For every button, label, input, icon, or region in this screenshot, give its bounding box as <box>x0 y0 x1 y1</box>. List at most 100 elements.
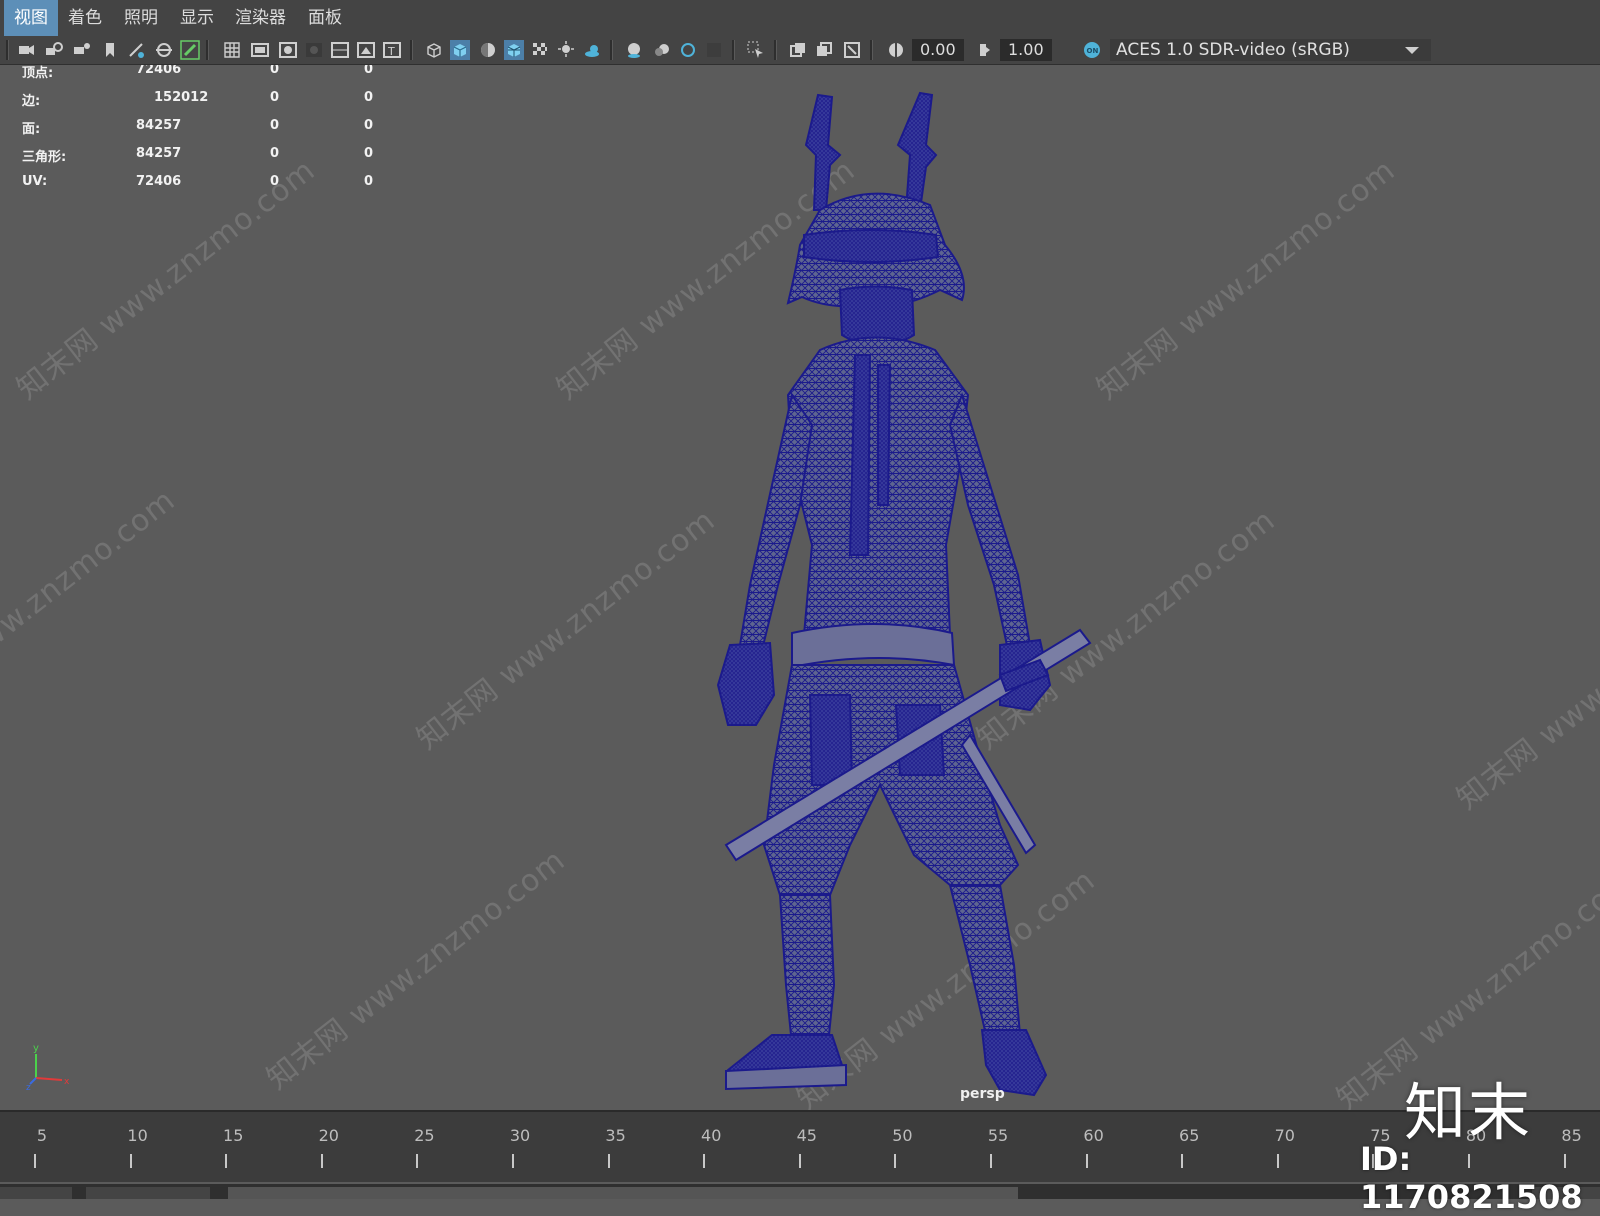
image-plane-icon[interactable] <box>126 40 146 60</box>
svg-text:T: T <box>387 45 395 58</box>
menu-panels[interactable]: 面板 <box>298 0 352 36</box>
viewport-menubar: 视图 着色 照明 显示 渲染器 面板 <box>0 0 1600 37</box>
hud-row-uvs: UV: 72406 0 0 <box>20 174 400 194</box>
menu-show[interactable]: 显示 <box>170 0 224 36</box>
menu-view[interactable]: 视图 <box>4 0 58 36</box>
toolbar-separator <box>732 40 735 60</box>
xray-joints-icon[interactable] <box>814 40 834 60</box>
hud-value: 72406 <box>136 174 182 189</box>
hud-label: 边: <box>22 94 41 109</box>
brand-id: ID: 1170821508 <box>1360 1140 1583 1216</box>
time-tick-label: 35 <box>605 1126 626 1145</box>
time-tick-label: 5 <box>36 1126 48 1145</box>
menu-renderer[interactable]: 渲染器 <box>225 0 296 36</box>
xray-icon[interactable] <box>788 40 808 60</box>
on-icon[interactable]: ON <box>1082 40 1102 60</box>
range-bar[interactable] <box>228 1187 1018 1199</box>
hud-value: 84257 <box>136 146 182 161</box>
gamma-field[interactable]: 1.00 <box>1000 39 1052 61</box>
shadows-icon[interactable] <box>582 40 602 60</box>
3d-viewport[interactable]: 知末网 www.znzmo.com 知末网 www.znzmo.com 知末网 … <box>0 65 1600 1110</box>
brand-logo: 知末 <box>1404 1076 1533 1149</box>
hud-value: 0 <box>364 174 374 189</box>
toolbar-separator <box>774 40 777 60</box>
grease-pencil-icon[interactable] <box>180 40 200 60</box>
hud-label: 面: <box>22 122 41 137</box>
time-tick <box>607 1154 610 1168</box>
safe-action-icon[interactable] <box>356 40 376 60</box>
range-start-field[interactable] <box>0 1187 72 1199</box>
exposure-icon[interactable] <box>886 40 906 60</box>
time-tick <box>1276 1154 1279 1168</box>
watermark: 知末网 www.znzmo.com <box>1450 562 1600 817</box>
screen-space-ao-icon[interactable] <box>624 40 644 60</box>
time-tick <box>990 1154 992 1168</box>
exposure-field[interactable]: 0.00 <box>912 39 964 61</box>
resolution-gate-icon[interactable] <box>278 40 298 60</box>
menu-shading[interactable]: 着色 <box>58 0 112 36</box>
hud-value: 0 <box>270 65 280 77</box>
time-tick <box>512 1154 514 1168</box>
viewport-toolbar: T 0.00 1.00 ON ACES 1.0 SDR-video (sRGB) <box>0 36 1600 65</box>
hud-value: 84257 <box>136 118 182 133</box>
time-tick <box>225 1154 228 1168</box>
film-gate-icon[interactable] <box>250 40 270 60</box>
time-tick <box>1181 1154 1184 1168</box>
bookmark-icon[interactable] <box>100 40 120 60</box>
wireframe-cube-icon[interactable] <box>424 40 444 60</box>
time-tick-label: 45 <box>796 1126 817 1145</box>
grid-icon[interactable] <box>222 40 242 60</box>
hud-label: 三角形: <box>22 150 67 165</box>
xray-active-components-icon[interactable] <box>842 40 862 60</box>
camera-label: persp <box>960 1086 1005 1102</box>
menu-lighting[interactable]: 照明 <box>114 0 168 36</box>
motion-blur-icon[interactable] <box>652 40 672 60</box>
time-tick-label: 20 <box>318 1126 339 1145</box>
lights-icon[interactable] <box>556 40 576 60</box>
samurai-wireframe-model[interactable] <box>700 85 1120 1105</box>
time-tick <box>703 1154 706 1168</box>
bookmark-camera-icon[interactable] <box>72 40 92 60</box>
hud-row-vertices: 顶点: 72406 0 0 <box>20 65 400 82</box>
field-chart-icon[interactable] <box>330 40 350 60</box>
watermark: 知末网 www.znzmo.com <box>1090 152 1403 407</box>
range-min-field[interactable] <box>86 1187 210 1199</box>
time-tick-label: 30 <box>509 1126 531 1145</box>
hud-value: 0 <box>270 90 280 105</box>
hud-value: 0 <box>364 90 374 105</box>
gamma-icon[interactable] <box>974 40 994 60</box>
hud-value: 0 <box>270 174 280 189</box>
camera-icon[interactable] <box>16 40 36 60</box>
anti-aliasing-icon[interactable] <box>678 40 698 60</box>
time-tick-label: 55 <box>987 1126 1009 1145</box>
hud-value: 0 <box>364 146 374 161</box>
toolbar-separator <box>206 40 209 60</box>
textured-icon[interactable] <box>530 40 550 60</box>
hud-row-faces: 面: 84257 0 0 <box>20 118 400 138</box>
toolbar-separator <box>610 40 613 60</box>
hud-value: 0 <box>364 65 374 77</box>
time-tick-label: 25 <box>414 1126 435 1145</box>
time-tick <box>1085 1154 1088 1168</box>
camera-attributes-icon[interactable] <box>44 40 64 60</box>
gate-mask-icon[interactable] <box>304 40 324 60</box>
time-tick <box>416 1154 419 1168</box>
safe-title-icon[interactable]: T <box>382 40 402 60</box>
hud-row-triangles: 三角形: 84257 0 0 <box>20 146 400 166</box>
2d-pan-zoom-icon[interactable] <box>154 40 174 60</box>
chevron-down-icon[interactable] <box>1398 39 1426 61</box>
depth-of-field-icon[interactable] <box>704 40 724 60</box>
watermark: 知末网 www.znzmo.com <box>260 842 573 1097</box>
hud-row-edges: 边: 152012 0 0 <box>20 90 400 110</box>
time-tick-label: 40 <box>701 1126 722 1145</box>
axis-gizmo-icon: y z x <box>26 1043 70 1090</box>
time-tick-label: 70 <box>1274 1126 1295 1145</box>
wireframe-on-shaded-icon[interactable] <box>504 40 524 60</box>
axis-z-label: z <box>26 1083 31 1090</box>
isolate-select-icon[interactable] <box>746 40 766 60</box>
toolbar-separator <box>410 40 413 60</box>
color-space-select[interactable]: ACES 1.0 SDR-video (sRGB) <box>1110 39 1431 61</box>
smooth-shade-cube-icon[interactable] <box>450 40 470 60</box>
axis-x-label: x <box>64 1077 70 1087</box>
default-material-icon[interactable] <box>478 40 498 60</box>
